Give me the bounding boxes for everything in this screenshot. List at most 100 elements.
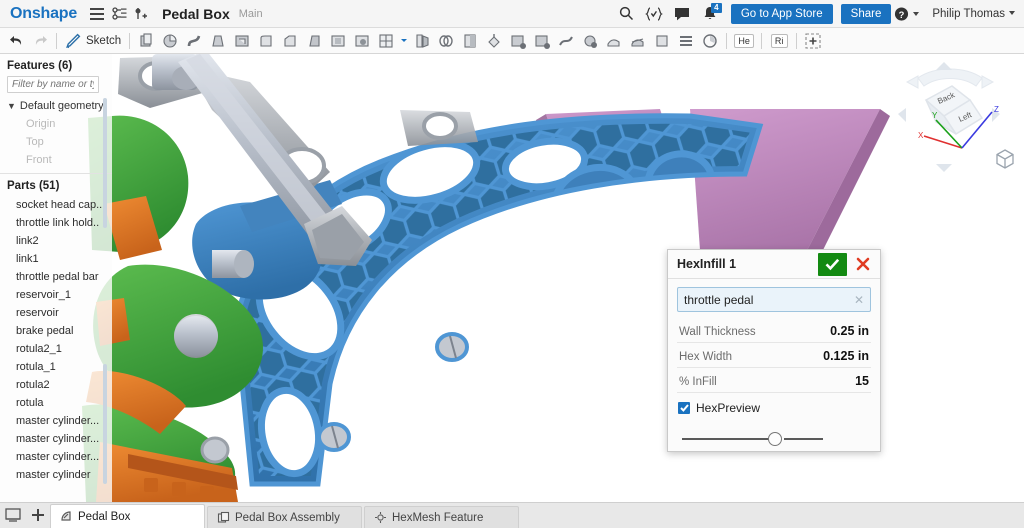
- part-list-item[interactable]: socket head cap...: [0, 196, 112, 214]
- tree-item-front[interactable]: Front: [0, 151, 112, 169]
- replace-face-icon[interactable]: [530, 30, 554, 52]
- extrude-icon[interactable]: [134, 30, 158, 52]
- chevron-down-icon[interactable]: ▼: [7, 102, 16, 111]
- pattern-dropdown-caret-icon[interactable]: [398, 30, 410, 52]
- helix-icon[interactable]: [674, 30, 698, 52]
- selection-field[interactable]: throttle pedal ✕: [677, 287, 871, 312]
- part-list-item[interactable]: reservoir_1: [0, 286, 112, 304]
- toolbar-icon-group: [134, 30, 722, 52]
- part-list-item[interactable]: master cylinder...: [0, 412, 112, 430]
- part-list-item[interactable]: link1: [0, 250, 112, 268]
- comment-bubble-icon[interactable]: [670, 2, 695, 26]
- enclose-icon[interactable]: [578, 30, 602, 52]
- rib-feature-button[interactable]: Ri: [766, 30, 792, 52]
- slider-track-right: [784, 438, 823, 440]
- add-feature-icon[interactable]: [130, 3, 152, 25]
- share-button[interactable]: Share: [841, 4, 892, 24]
- part-list-item[interactable]: throttle link hold..: [0, 214, 112, 232]
- app-store-button[interactable]: Go to App Store: [731, 4, 833, 24]
- hole-icon[interactable]: [350, 30, 374, 52]
- checkmark-icon: [825, 258, 840, 271]
- part-list-item[interactable]: master cylinder...: [0, 448, 112, 466]
- transform-icon[interactable]: [458, 30, 482, 52]
- parameter-row[interactable]: Hex Width0.125 in: [677, 346, 871, 368]
- hexinfill-dialog[interactable]: HexInfill 1 throttle pedal ✕ Wall Thickn…: [667, 249, 881, 452]
- shell-icon[interactable]: [326, 30, 350, 52]
- hexpreview-checkbox[interactable]: HexPreview: [678, 401, 871, 415]
- part-list-item[interactable]: throttle pedal bar: [0, 268, 112, 286]
- offset-surface-icon[interactable]: [554, 30, 578, 52]
- parts-list[interactable]: socket head cap...throttle link hold..li…: [0, 196, 112, 484]
- split-icon[interactable]: [434, 30, 458, 52]
- parameter-value[interactable]: 15: [855, 374, 869, 388]
- hexinfill-feature-button[interactable]: He: [731, 30, 757, 52]
- filter-input[interactable]: [7, 76, 99, 93]
- draft-icon[interactable]: [302, 30, 326, 52]
- parameter-value[interactable]: 0.25 in: [830, 324, 869, 338]
- question-circle-icon[interactable]: ?: [894, 2, 919, 26]
- parameter-row[interactable]: Wall Thickness0.25 in: [677, 321, 871, 343]
- part-list-item[interactable]: rotula2_1: [0, 340, 112, 358]
- chevron-down-icon[interactable]: [913, 12, 919, 16]
- curve-icon[interactable]: [650, 30, 674, 52]
- infill-slider[interactable]: [677, 419, 871, 441]
- document-tab-pedal-box-assembly[interactable]: Pedal Box Assembly: [207, 506, 362, 528]
- panel-toggle-icon[interactable]: [0, 502, 25, 528]
- part-list-item[interactable]: rotula2: [0, 376, 112, 394]
- document-title[interactable]: Pedal Box: [162, 6, 230, 22]
- sketch-button[interactable]: Sketch: [86, 35, 121, 47]
- chamfer-icon[interactable]: [278, 30, 302, 52]
- delete-face-icon[interactable]: [506, 30, 530, 52]
- loft-icon[interactable]: [206, 30, 230, 52]
- parameter-value[interactable]: 0.125 in: [823, 349, 869, 363]
- feature-tree-panel[interactable]: Features (6) ▼ Default geometry Origin T…: [0, 54, 112, 502]
- slider-handle[interactable]: [768, 432, 782, 446]
- part-list-item[interactable]: brake pedal: [0, 322, 112, 340]
- plane-icon[interactable]: [602, 30, 626, 52]
- part-list-item[interactable]: link2: [0, 232, 112, 250]
- plus-icon[interactable]: [25, 502, 50, 528]
- boolean-icon[interactable]: [410, 30, 434, 52]
- part-list-item[interactable]: master cylinder: [0, 466, 112, 484]
- thicken-icon[interactable]: [230, 30, 254, 52]
- branch-label[interactable]: Main: [239, 8, 263, 20]
- tree-item-default-geometry[interactable]: ▼ Default geometry: [0, 97, 112, 115]
- add-custom-feature-icon[interactable]: [801, 30, 825, 52]
- search-icon[interactable]: [614, 2, 639, 26]
- parameter-row[interactable]: % InFill15: [677, 371, 871, 393]
- part-list-item[interactable]: reservoir: [0, 304, 112, 322]
- redo-arrow-icon[interactable]: [28, 30, 52, 52]
- version-graph-icon[interactable]: [108, 3, 130, 25]
- feature-tree-scrollbar[interactable]: [103, 98, 107, 228]
- document-tab-hexmesh-feature[interactable]: HexMesh Feature: [364, 506, 519, 528]
- pencil-icon[interactable]: [61, 30, 85, 52]
- checkbox-box[interactable]: [678, 402, 690, 414]
- part-list-item[interactable]: rotula: [0, 394, 112, 412]
- move-face-icon[interactable]: [482, 30, 506, 52]
- onshape-logo[interactable]: Onshape: [0, 5, 86, 23]
- accept-button[interactable]: [818, 253, 847, 276]
- cancel-button[interactable]: [850, 253, 876, 276]
- sweep-icon[interactable]: [182, 30, 206, 52]
- hamburger-icon[interactable]: [86, 3, 108, 25]
- toolbar-divider: [726, 33, 727, 49]
- sketch-plane-icon[interactable]: [626, 30, 650, 52]
- fillet-icon[interactable]: [254, 30, 278, 52]
- document-tab-pedal-box[interactable]: Pedal Box: [50, 504, 205, 528]
- undo-arrow-icon[interactable]: [4, 30, 28, 52]
- user-menu[interactable]: Philip Thomas: [932, 8, 1015, 20]
- part-list-item[interactable]: master cylinder...: [0, 430, 112, 448]
- revolve-icon[interactable]: [158, 30, 182, 52]
- part-list-item[interactable]: rotula_1: [0, 358, 112, 376]
- variable-icon[interactable]: [698, 30, 722, 52]
- toolbar-divider: [761, 33, 762, 49]
- tree-item-top[interactable]: Top: [0, 133, 112, 151]
- tree-item-origin[interactable]: Origin: [0, 115, 112, 133]
- parts-list-scrollbar[interactable]: [103, 364, 107, 484]
- view-cube[interactable]: Back Left X Y Z: [890, 60, 1008, 180]
- clear-x-icon[interactable]: ✕: [854, 294, 864, 306]
- pattern-icon[interactable]: [374, 30, 398, 52]
- bell-icon[interactable]: 4: [698, 2, 723, 26]
- view-cube-icon[interactable]: [994, 148, 1016, 170]
- curly-braces-icon[interactable]: [642, 2, 667, 26]
